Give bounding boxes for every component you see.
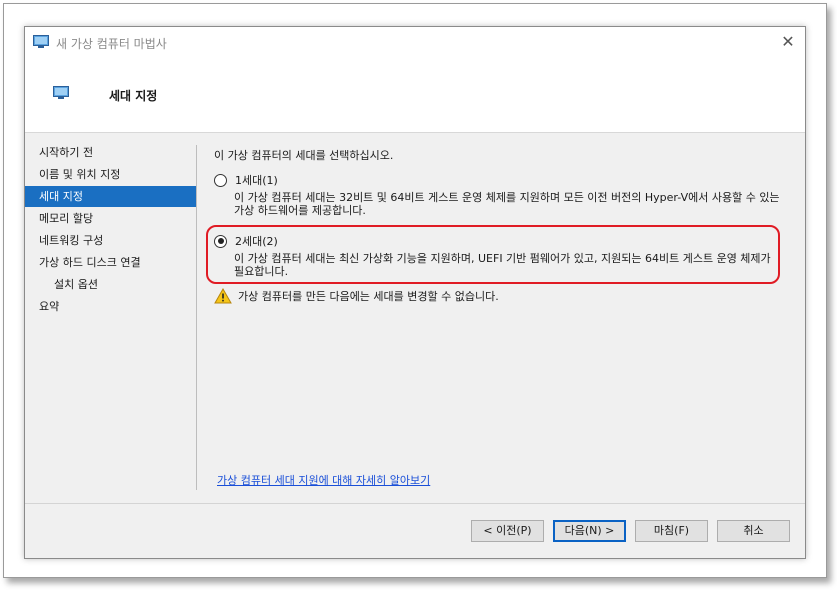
- generation-1-radio[interactable]: [214, 173, 227, 187]
- annotation-highlight: [206, 225, 780, 284]
- title-bar: 새 가상 컴퓨터 마법사 ✕: [25, 27, 805, 57]
- nav-item-name-location[interactable]: 이름 및 위치 지정: [25, 164, 196, 185]
- warning-text: 가상 컴퓨터를 만든 다음에는 세대를 변경할 수 없습니다.: [238, 290, 499, 303]
- generation-1-label[interactable]: 1세대(1): [235, 172, 278, 188]
- learn-more-link[interactable]: 가상 컴퓨터 세대 지원에 대해 자세히 알아보기: [217, 472, 430, 488]
- virtual-machine-icon: [53, 86, 69, 99]
- nav-item-networking[interactable]: 네트워킹 구성: [25, 230, 196, 251]
- nav-item-virtual-hard-disk[interactable]: 가상 하드 디스크 연결: [25, 252, 196, 273]
- window-title: 새 가상 컴퓨터 마법사: [56, 37, 167, 51]
- warning-icon: [214, 288, 232, 304]
- generation-prompt: 이 가상 컴퓨터의 세대를 선택하십시오.: [214, 149, 394, 162]
- generation-1-description: 이 가상 컴퓨터 세대는 32비트 및 64비트 게스트 운영 체제를 지원하며…: [234, 191, 780, 217]
- wizard-nav: 시작하기 전 이름 및 위치 지정 세대 지정 메모리 할당 네트워킹 구성 가…: [25, 142, 196, 318]
- wizard-dialog: 새 가상 컴퓨터 마법사 ✕ 세대 지정 시작하기 전 이름 및 위치 지정 세…: [24, 26, 806, 559]
- nav-item-memory[interactable]: 메모리 할당: [25, 208, 196, 229]
- nav-divider: [196, 145, 197, 490]
- generation-1-option: 1세대(1) 이 가상 컴퓨터 세대는 32비트 및 64비트 게스트 운영 체…: [214, 172, 789, 217]
- nav-item-installation-options[interactable]: 설치 옵션: [25, 274, 196, 295]
- warning-message: 가상 컴퓨터를 만든 다음에는 세대를 변경할 수 없습니다.: [214, 288, 499, 304]
- wizard-header: 세대 지정: [25, 57, 805, 133]
- close-button[interactable]: ✕: [777, 31, 799, 53]
- generation-1-radio-row[interactable]: 1세대(1): [214, 172, 789, 188]
- screenshot-frame: 새 가상 컴퓨터 마법사 ✕ 세대 지정 시작하기 전 이름 및 위치 지정 세…: [3, 3, 827, 578]
- previous-button[interactable]: < 이전(P): [471, 520, 544, 542]
- content-panel: 이 가상 컴퓨터의 세대를 선택하십시오. 1세대(1) 이 가상 컴퓨터 세대…: [214, 147, 794, 304]
- nav-item-generation[interactable]: 세대 지정: [25, 186, 196, 207]
- nav-item-before-you-begin[interactable]: 시작하기 전: [25, 142, 196, 163]
- cancel-button[interactable]: 취소: [717, 520, 790, 542]
- footer-divider: [25, 503, 805, 504]
- nav-item-summary[interactable]: 요약: [25, 296, 196, 317]
- next-button[interactable]: 다음(N) >: [553, 520, 626, 542]
- page-title: 세대 지정: [109, 89, 158, 103]
- finish-button[interactable]: 마침(F): [635, 520, 708, 542]
- virtual-machine-icon: [33, 35, 49, 48]
